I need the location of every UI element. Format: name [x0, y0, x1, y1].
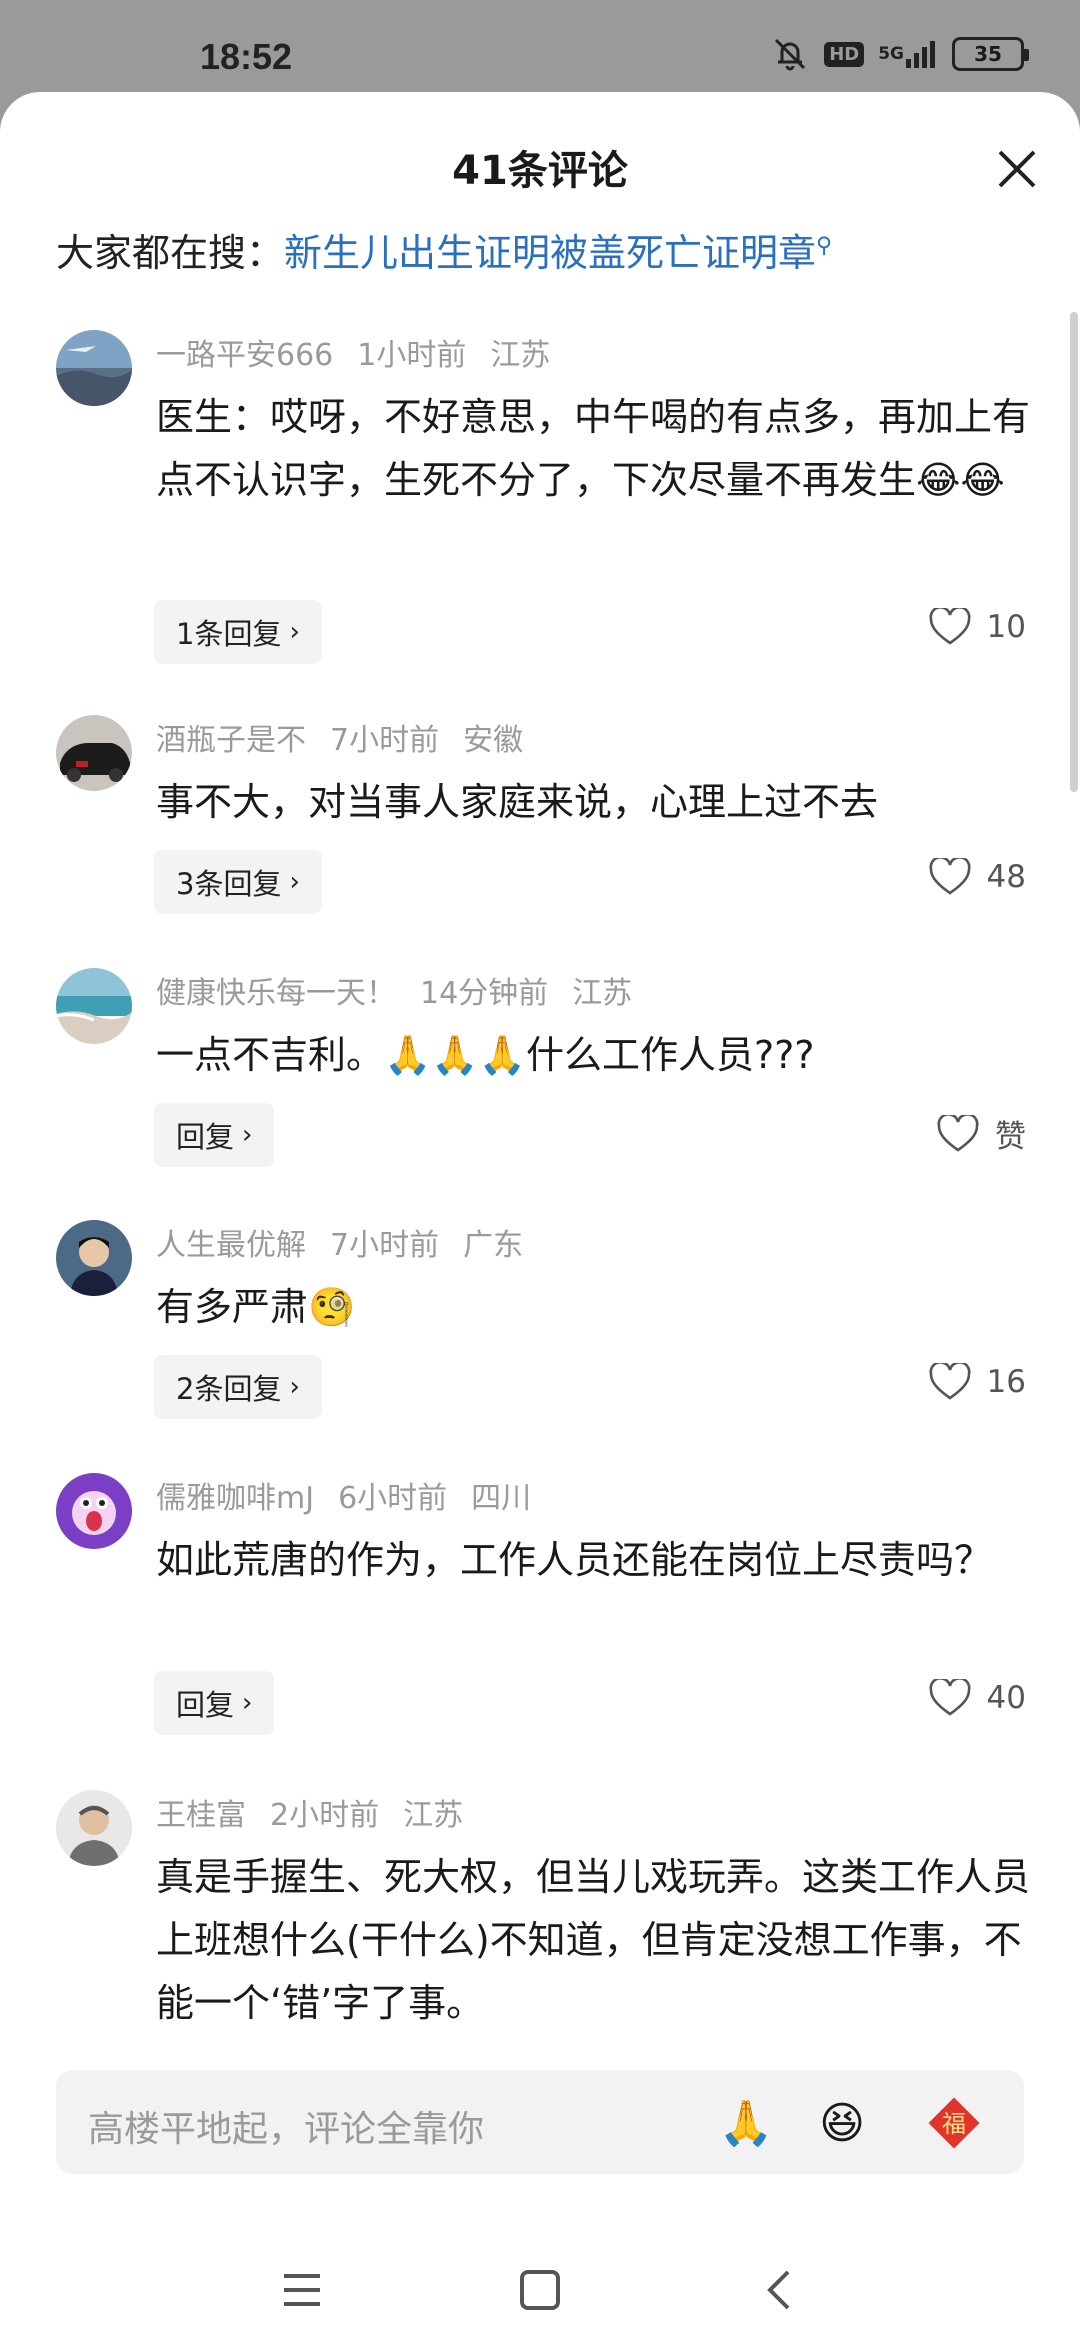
status-icons: HD 5G 35: [770, 36, 1029, 72]
like-count: 40: [986, 1680, 1026, 1716]
view-replies-button[interactable]: 1条回复 ›: [154, 600, 322, 664]
status-time: 18:52: [200, 36, 293, 77]
comment-input[interactable]: 高楼平地起，评论全靠你 🙏 😆 福: [56, 2070, 1024, 2174]
home-button[interactable]: [510, 2260, 570, 2320]
like-count: 赞: [995, 1119, 1026, 1155]
comment-meta: 儒雅咖啡mJ 6小时前 四川: [156, 1473, 555, 1517]
sheet-title: 41条评论: [452, 148, 628, 194]
close-icon: [998, 150, 1036, 188]
avatar[interactable]: [56, 1220, 132, 1296]
comment-time: 7小时前: [330, 723, 440, 758]
comment-time: 2小时前: [270, 1798, 380, 1833]
comment-meta: 王桂富 2小时前 江苏: [156, 1790, 487, 1834]
chevron-right-icon: ›: [289, 617, 300, 647]
menu-icon: [284, 2274, 320, 2306]
comment-location: 江苏: [490, 338, 551, 373]
home-square-icon: [520, 2270, 560, 2310]
heart-icon: [929, 1679, 971, 1716]
comment-text: 有多严肃🧐: [156, 1285, 356, 1329]
view-replies-button[interactable]: 3条回复 ›: [154, 850, 322, 914]
heart-icon: [929, 1363, 971, 1400]
chevron-right-icon: ›: [242, 1688, 253, 1718]
comment-time: 1小时前: [357, 338, 467, 373]
comment-meta: 健康快乐每一天！ 14分钟前 江苏: [156, 968, 656, 1012]
comment-text: 一点不吉利。🙏🙏🙏什么工作人员???: [156, 1033, 815, 1077]
chevron-right-icon: ›: [242, 1120, 253, 1150]
comment-user[interactable]: 酒瓶子是不: [156, 723, 306, 758]
like-button[interactable]: 40: [929, 1679, 1026, 1717]
comment-meta: 酒瓶子是不 7小时前 安徽: [156, 715, 547, 759]
comment-text: 医生：哎呀，不好意思，中午喝的有点多，再加上有点不认识字，生死不分了，下次尽量不…: [156, 395, 1031, 502]
comment-location: 广东: [463, 1228, 524, 1263]
back-chevron-icon: [767, 2270, 790, 2310]
mute-bell-icon: [770, 36, 810, 72]
comment-time: 7小时前: [330, 1228, 440, 1263]
avatar[interactable]: [56, 1473, 132, 1549]
like-count: 48: [986, 859, 1026, 895]
like-count: 16: [986, 1364, 1026, 1400]
avatar[interactable]: [56, 330, 132, 406]
like-button[interactable]: 10: [929, 608, 1026, 646]
menu-button[interactable]: [272, 2260, 332, 2320]
comment-list: 一路平安666 1小时前 江苏 医生：哎呀，不好意思，中午喝的有点多，再加上有点不认…: [0, 230, 1080, 2060]
comment-input-placeholder: 高楼平地起，评论全靠你: [88, 2109, 485, 2150]
comment-meta: 一路平安666 1小时前 江苏: [156, 330, 574, 374]
comment-user[interactable]: 儒雅咖啡mJ: [156, 1481, 314, 1516]
heart-icon: [937, 1114, 979, 1152]
comment-location: 安徽: [463, 723, 524, 758]
back-button[interactable]: [750, 2260, 810, 2320]
fu-sticker-text: 福: [942, 2110, 966, 2138]
comment-text: 真是手握生、死大权，但当儿戏玩弄。这类工作人员上班想什么(干什么)不知道，但肯定…: [156, 1855, 1031, 2025]
comment-user[interactable]: 王桂富: [156, 1798, 246, 1833]
comment-time: 6小时前: [338, 1481, 448, 1516]
like-button[interactable]: 赞: [937, 1111, 1026, 1156]
chevron-right-icon: ›: [289, 1372, 300, 1402]
comment-text: 如此荒唐的作为，工作人员还能在岗位上尽责吗？: [156, 1538, 993, 1582]
fu-sticker-icon[interactable]: 福: [924, 2096, 984, 2150]
laugh-emoji-icon[interactable]: 😆: [812, 2096, 872, 2150]
heart-icon: [929, 858, 971, 895]
comment-user[interactable]: 健康快乐每一天！: [156, 976, 396, 1011]
avatar[interactable]: [56, 715, 132, 791]
reply-button[interactable]: 回复 ›: [154, 1103, 275, 1167]
avatar[interactable]: [56, 968, 132, 1044]
comment-location: 四川: [471, 1481, 532, 1516]
battery-icon: 35: [952, 37, 1029, 71]
signal-icon: 5G: [878, 36, 938, 72]
like-button[interactable]: 48: [929, 858, 1026, 896]
comment-user[interactable]: 一路平安666: [156, 338, 333, 373]
comment-location: 江苏: [572, 976, 633, 1011]
like-button[interactable]: 16: [929, 1363, 1026, 1401]
like-count: 10: [986, 609, 1026, 645]
system-nav-bar: [0, 2220, 1080, 2340]
comment-time: 14分钟前: [420, 976, 549, 1011]
pray-emoji-icon[interactable]: 🙏: [716, 2096, 776, 2150]
comment-user[interactable]: 人生最优解: [156, 1228, 306, 1263]
reply-button[interactable]: 回复 ›: [154, 1671, 275, 1735]
comment-location: 江苏: [403, 1798, 464, 1833]
chevron-right-icon: ›: [289, 867, 300, 897]
comment-meta: 人生最优解 7小时前 广东: [156, 1220, 547, 1264]
close-button[interactable]: [990, 142, 1044, 196]
comment-text: 事不大，对当事人家庭来说，心理上过不去: [156, 780, 879, 824]
view-replies-button[interactable]: 2条回复 ›: [154, 1355, 322, 1419]
hd-icon: HD: [824, 36, 865, 72]
avatar[interactable]: [56, 1790, 132, 1866]
heart-icon: [929, 608, 971, 645]
